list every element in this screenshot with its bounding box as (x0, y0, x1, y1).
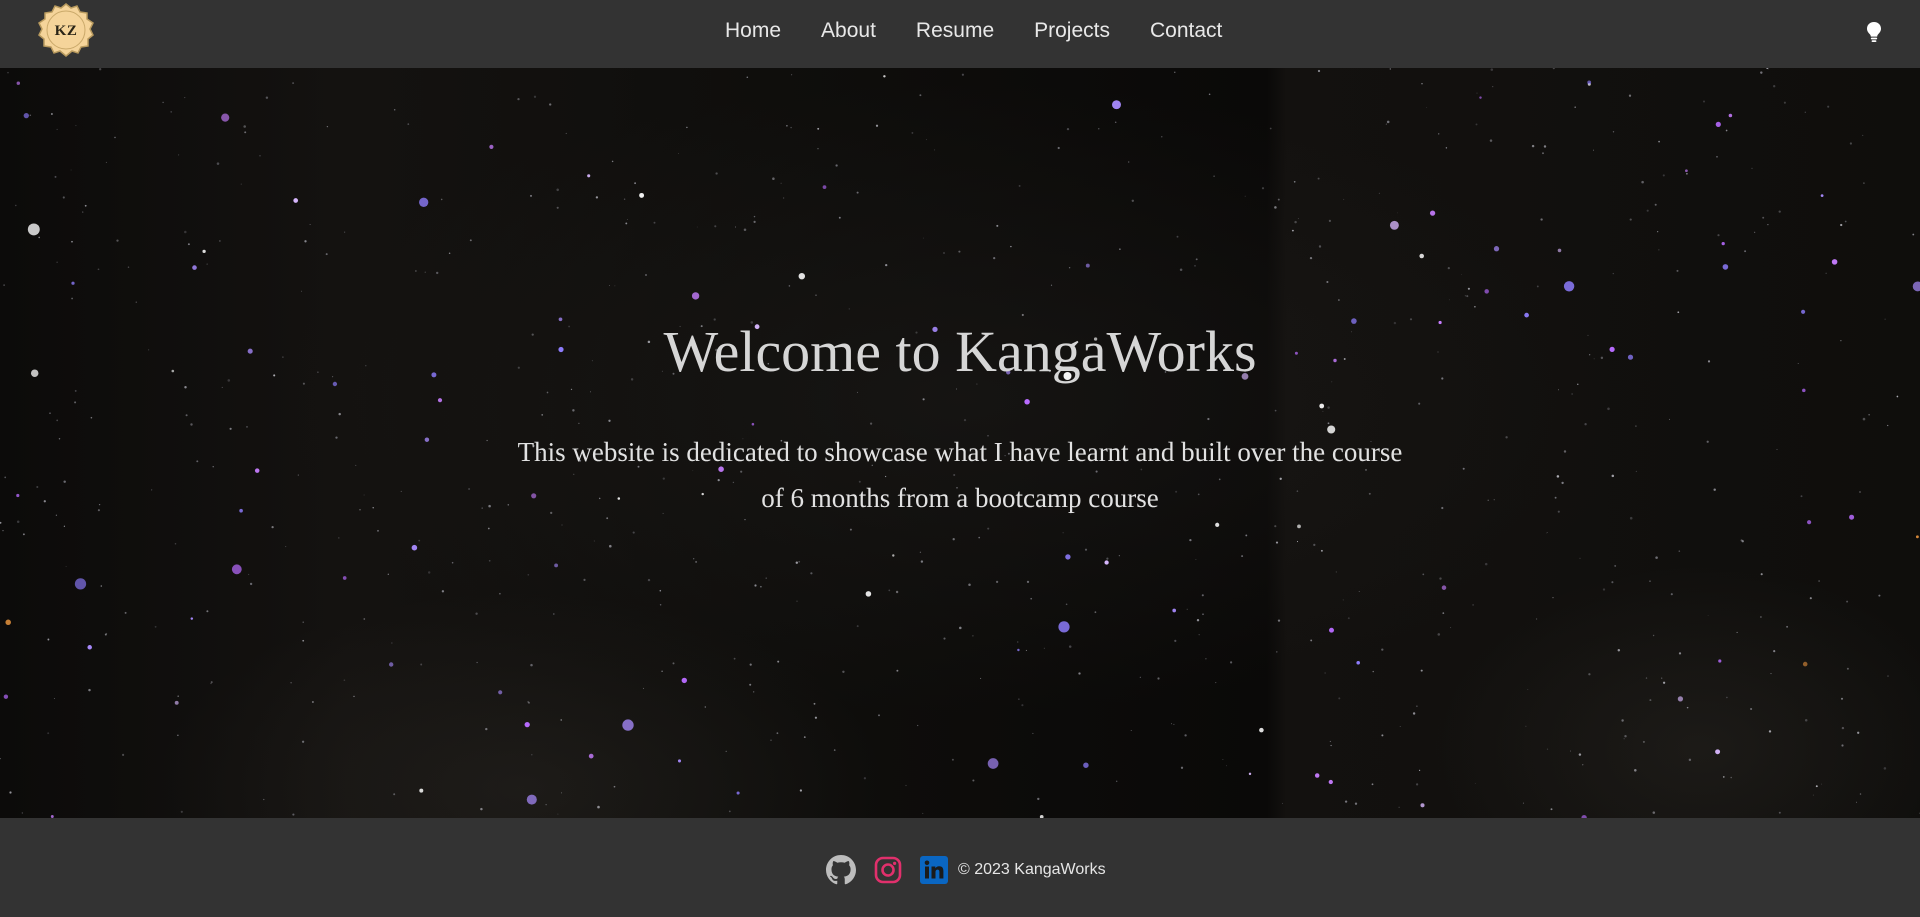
linkedin-link[interactable] (919, 855, 949, 885)
lightbulb-icon (1867, 22, 1881, 42)
nav-projects[interactable]: Projects (1034, 19, 1110, 43)
nav-about[interactable]: About (821, 19, 876, 43)
logo-text: KZ (54, 22, 78, 39)
hero-title: Welcome to KangaWorks (663, 319, 1257, 384)
theme-toggle-button[interactable] (1863, 20, 1885, 44)
github-icon (826, 855, 856, 885)
navbar: KZ Home About Resume Projects Contact (0, 0, 1920, 68)
hero-section: Welcome to KangaWorks This website is de… (0, 68, 1920, 818)
nav-contact[interactable]: Contact (1150, 19, 1222, 43)
github-link[interactable] (825, 854, 857, 886)
footer-content: © 2023 KangaWorks (825, 853, 1106, 887)
nav-resume[interactable]: Resume (916, 19, 994, 43)
main-nav: Home About Resume Projects Contact (725, 0, 1222, 62)
nav-home[interactable]: Home (725, 19, 781, 43)
instagram-icon (874, 856, 902, 884)
hero-description: This website is dedicated to showcase wh… (517, 437, 1403, 513)
copyright-text: © 2023 KangaWorks (958, 861, 1106, 878)
instagram-link[interactable] (872, 854, 904, 886)
linkedin-icon (920, 856, 948, 884)
logo-link[interactable]: KZ (37, 2, 95, 60)
